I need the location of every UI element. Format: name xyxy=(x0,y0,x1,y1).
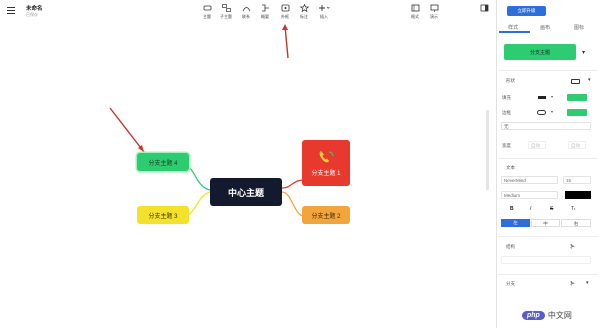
branch-topic-3[interactable]: 分支主题 3 xyxy=(137,206,189,224)
structure-icon[interactable]: ⊱ xyxy=(570,243,575,250)
annotation-arrow-top xyxy=(284,25,289,59)
italic-button[interactable]: I xyxy=(530,206,531,212)
document-title[interactable]: 未命名 xyxy=(26,4,43,12)
fill-label: 填充 xyxy=(502,95,511,100)
align-right-button[interactable]: 右 xyxy=(561,219,591,227)
fill-style-icon[interactable] xyxy=(538,96,546,99)
text-case-icon[interactable]: Tₜ xyxy=(571,206,576,212)
chevron-down-icon[interactable]: ▾ xyxy=(582,49,585,56)
fill-color-swatch[interactable] xyxy=(567,94,587,101)
annotation-arrowhead-top xyxy=(282,24,288,30)
connector-branch-1 xyxy=(281,179,305,189)
text-section-title: 文本 xyxy=(506,165,515,170)
panel-toggle-icon xyxy=(473,3,495,12)
align-left-button[interactable]: 左 xyxy=(501,219,530,227)
height-input[interactable]: 自动 xyxy=(568,141,586,149)
divider xyxy=(498,70,598,71)
align-center-button[interactable]: 中 xyxy=(531,219,560,227)
border-label: 边框 xyxy=(502,110,511,115)
watermark: php 中文网 xyxy=(522,310,572,321)
mindmap-canvas[interactable]: 中心主题 分支主题 4 分支主题 3 分支主题 1 分支主题 2 xyxy=(0,24,496,328)
font-size-select[interactable]: 15 xyxy=(563,176,591,184)
divider xyxy=(498,274,598,275)
panel-scrollbar[interactable] xyxy=(486,110,489,190)
branch-style-icon[interactable]: ⊱ xyxy=(570,280,575,287)
tool-panel-toggle[interactable] xyxy=(473,3,495,12)
font-family-select[interactable]: NeverMind xyxy=(501,176,558,184)
divider xyxy=(498,236,598,237)
chevron-down-icon[interactable]: ▾ xyxy=(551,109,553,114)
structure-section-title: 结构 xyxy=(506,244,515,249)
tool-present[interactable]: 演示 xyxy=(423,3,445,20)
divider xyxy=(498,158,598,159)
border-shape-icon[interactable] xyxy=(537,110,546,115)
structure-select[interactable] xyxy=(501,256,591,264)
chevron-down-icon[interactable]: ▾ xyxy=(586,280,589,286)
tool-marker[interactable]: 标注 xyxy=(293,3,315,20)
shape-section-title: 形状 xyxy=(506,78,515,83)
tool-label: 子主题 xyxy=(220,14,232,19)
style-preview[interactable]: 分支主题 xyxy=(504,44,576,60)
chevron-down-icon[interactable]: ▾ xyxy=(588,77,591,83)
subtopic-icon xyxy=(215,3,237,12)
font-weight-select[interactable]: Medium xyxy=(501,191,558,199)
tool-label: 演示 xyxy=(430,14,438,19)
marker-icon xyxy=(293,3,315,12)
bold-button[interactable]: B xyxy=(510,206,514,212)
branch-topic-1-label: 分支主题 1 xyxy=(311,171,341,177)
tab-style[interactable]: 样式 xyxy=(508,24,518,31)
save-status: 已保存 xyxy=(26,12,38,17)
width-input[interactable]: 自动 xyxy=(528,141,546,149)
central-topic[interactable]: 中心主题 xyxy=(210,178,282,206)
shape-icon[interactable] xyxy=(571,79,580,84)
width-label: 宽度 xyxy=(502,143,511,148)
tab-icons[interactable]: 图标 xyxy=(574,24,584,31)
tab-active-indicator xyxy=(499,31,530,33)
branch-topic-2[interactable]: 分支主题 2 xyxy=(302,206,350,224)
branch-topic-1[interactable]: 分支主题 1 xyxy=(302,140,350,186)
tool-label: 插入 xyxy=(320,14,328,19)
branch-topic-4[interactable]: 分支主题 4 xyxy=(137,153,189,171)
tool-insert[interactable]: 插入 xyxy=(313,3,335,20)
phone-icon xyxy=(319,151,334,163)
connector-branch-2 xyxy=(281,191,305,217)
text-color-swatch[interactable] xyxy=(565,191,591,199)
border-color-swatch[interactable] xyxy=(567,109,587,116)
menu-icon[interactable] xyxy=(7,7,15,14)
present-icon xyxy=(423,3,445,12)
insert-icon xyxy=(313,3,335,12)
watermark-text: 中文网 xyxy=(547,311,572,320)
strikethrough-button[interactable]: S xyxy=(550,206,553,212)
tool-label: 概要 xyxy=(261,14,269,19)
border-style-select[interactable]: 无 xyxy=(501,122,591,130)
watermark-logo: php xyxy=(522,311,545,320)
tab-canvas[interactable]: 画布 xyxy=(540,24,550,31)
branch-connectors xyxy=(109,24,305,217)
chevron-down-icon[interactable]: ▾ xyxy=(551,94,553,99)
annotation-arrow-left xyxy=(109,107,145,153)
branch-section-title: 分支 xyxy=(506,281,515,286)
tool-subtopic[interactable]: 子主题 xyxy=(215,3,237,20)
upgrade-button[interactable]: 立即升级 xyxy=(507,6,546,16)
tool-summary[interactable]: 概要 xyxy=(254,3,276,20)
summary-icon xyxy=(254,3,276,12)
tool-label: 标注 xyxy=(300,14,308,19)
